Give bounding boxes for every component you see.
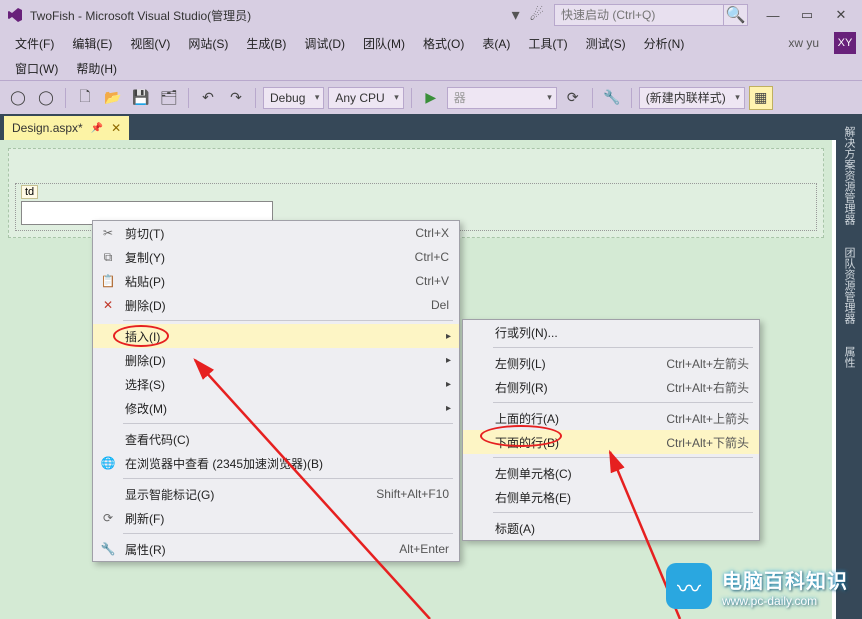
wrench-icon: 🔧 (100, 542, 116, 556)
menu-table[interactable]: 表(A) (473, 31, 519, 56)
quick-launch[interactable]: 🔍 (554, 4, 748, 26)
menu-file[interactable]: 文件(F) (6, 31, 63, 56)
watermark-logo-icon: 〰 (666, 563, 712, 609)
ctx-cut[interactable]: ✂剪切(T)Ctrl+X (93, 221, 459, 245)
menu-website[interactable]: 网站(S) (179, 31, 237, 56)
user-name[interactable]: xw yu (779, 32, 828, 54)
menu-help[interactable]: 帮助(H) (67, 56, 126, 81)
ctx-delete[interactable]: ✕删除(D)Del (93, 293, 459, 317)
save-button[interactable]: 💾 (129, 86, 153, 110)
sub-col-left[interactable]: 左侧列(L)Ctrl+Alt+左箭头 (463, 351, 759, 375)
start-debug-button[interactable]: ▶ (419, 86, 443, 110)
search-icon[interactable]: 🔍 (724, 4, 748, 26)
ctx-modify[interactable]: 修改(M)▸ (93, 396, 459, 420)
close-button[interactable]: ✕ (826, 4, 856, 26)
menu-debug[interactable]: 调试(D) (295, 31, 354, 56)
toolbar: ◯ ◯ 🗋 📂 💾 🗂 ↶ ↷ Debug Any CPU ▶ 器 ⟳ 🔧 (新… (0, 80, 862, 114)
sub-row-below[interactable]: 下面的行(B)Ctrl+Alt+下箭头 (463, 430, 759, 454)
menu-window[interactable]: 窗口(W) (6, 56, 67, 81)
titlebar: TwoFish - Microsoft Visual Studio(管理员) ▾… (0, 0, 862, 30)
maximize-button[interactable]: ▭ (792, 4, 822, 26)
menu-test[interactable]: 测试(S) (577, 31, 635, 56)
browser-combo[interactable]: 器 (447, 87, 557, 109)
context-submenu-insert: 行或列(N)... 左侧列(L)Ctrl+Alt+左箭头 右侧列(R)Ctrl+… (462, 319, 760, 541)
tab-label: Design.aspx* (12, 121, 83, 135)
menu-build[interactable]: 生成(B) (237, 31, 295, 56)
refresh-icon: ⟳ (100, 511, 116, 525)
sub-caption[interactable]: 标题(A) (463, 516, 759, 540)
tab-close-icon[interactable]: ✕ (111, 121, 121, 135)
save-all-button[interactable]: 🗂 (157, 86, 181, 110)
menu-view[interactable]: 视图(V) (121, 31, 179, 56)
menu-team[interactable]: 团队(M) (354, 31, 414, 56)
nav-back-button[interactable]: ◯ (6, 86, 30, 110)
ctx-copy[interactable]: ⧉复制(Y)Ctrl+C (93, 245, 459, 269)
submenu-arrow-icon: ▸ (446, 379, 451, 390)
quick-launch-input[interactable] (554, 4, 724, 26)
menu-format[interactable]: 格式(O) (414, 31, 473, 56)
redo-button[interactable]: ↷ (224, 86, 248, 110)
paste-icon: 📋 (100, 274, 116, 288)
style-combo[interactable]: (新建内联样式) (639, 87, 745, 109)
menubar-row2: 窗口(W) 帮助(H) (0, 56, 862, 80)
menu-analyze[interactable]: 分析(N) (635, 31, 694, 56)
ctx-insert[interactable]: 插入(I)▸ (93, 324, 459, 348)
menu-tools[interactable]: 工具(T) (519, 31, 576, 56)
td-tag-label: td (21, 185, 38, 199)
platform-combo[interactable]: Any CPU (328, 87, 403, 109)
copy-icon: ⧉ (100, 250, 116, 265)
ctx-view-code[interactable]: 查看代码(C) (93, 427, 459, 451)
panel-team-explorer[interactable]: 团队资源管理器 (839, 241, 859, 330)
submenu-arrow-icon: ▸ (446, 403, 451, 414)
right-collapsed-panels: 解决方案资源管理器 团队资源管理器 属性 (836, 114, 862, 619)
sub-row-or-col[interactable]: 行或列(N)... (463, 320, 759, 344)
panel-properties[interactable]: 属性 (839, 340, 859, 374)
ctx-delete-sub[interactable]: 删除(D)▸ (93, 348, 459, 372)
tab-design-aspx[interactable]: Design.aspx* 📌 ✕ (4, 116, 129, 140)
window-title: TwoFish - Microsoft Visual Studio(管理员) (30, 7, 512, 24)
pin-icon[interactable]: 📌 (91, 123, 103, 134)
undo-button[interactable]: ↶ (196, 86, 220, 110)
menu-edit[interactable]: 编辑(E) (63, 31, 121, 56)
panel-solution-explorer[interactable]: 解决方案资源管理器 (839, 120, 859, 231)
browser-icon: 🌐 (100, 456, 116, 470)
submenu-arrow-icon: ▸ (446, 355, 451, 366)
sub-row-above[interactable]: 上面的行(A)Ctrl+Alt+上箭头 (463, 406, 759, 430)
submenu-arrow-icon: ▸ (446, 331, 451, 342)
vs-logo-icon (6, 6, 24, 24)
sub-cell-right[interactable]: 右侧单元格(E) (463, 485, 759, 509)
nav-fwd-button[interactable]: ◯ (34, 86, 58, 110)
feedback-icon[interactable]: ☄ (530, 5, 544, 25)
style-apply-button[interactable]: ▦ (749, 86, 773, 110)
watermark-title: 电脑百科知识 (722, 565, 848, 594)
ctx-open-in-browser[interactable]: 🌐在浏览器中查看 (2345加速浏览器)(B) (93, 451, 459, 475)
context-menu: ✂剪切(T)Ctrl+X ⧉复制(Y)Ctrl+C 📋粘贴(P)Ctrl+V ✕… (92, 220, 460, 562)
sub-col-right[interactable]: 右侧列(R)Ctrl+Alt+右箭头 (463, 375, 759, 399)
ctx-properties[interactable]: 🔧属性(R)Alt+Enter (93, 537, 459, 561)
minimize-button[interactable]: — (758, 4, 788, 26)
find-button[interactable]: 🔧 (600, 86, 624, 110)
ctx-refresh[interactable]: ⟳刷新(F) (93, 506, 459, 530)
document-tabstrip: Design.aspx* 📌 ✕ (0, 114, 862, 140)
delete-icon: ✕ (100, 298, 116, 312)
notification-icon[interactable]: ▾ (512, 5, 520, 25)
new-file-button[interactable]: 🗋 (73, 86, 97, 110)
user-avatar[interactable]: XY (834, 32, 856, 54)
watermark: 〰 电脑百科知识 www.pc-daily.com (666, 563, 848, 609)
browser-link-button[interactable]: ⟳ (561, 86, 585, 110)
sub-cell-left[interactable]: 左侧单元格(C) (463, 461, 759, 485)
open-file-button[interactable]: 📂 (101, 86, 125, 110)
cut-icon: ✂ (100, 226, 116, 240)
watermark-url: www.pc-daily.com (722, 594, 848, 608)
config-combo[interactable]: Debug (263, 87, 324, 109)
menubar: 文件(F) 编辑(E) 视图(V) 网站(S) 生成(B) 调试(D) 团队(M… (0, 30, 862, 56)
ctx-select[interactable]: 选择(S)▸ (93, 372, 459, 396)
ctx-smart-tag[interactable]: 显示智能标记(G)Shift+Alt+F10 (93, 482, 459, 506)
ctx-paste[interactable]: 📋粘贴(P)Ctrl+V (93, 269, 459, 293)
